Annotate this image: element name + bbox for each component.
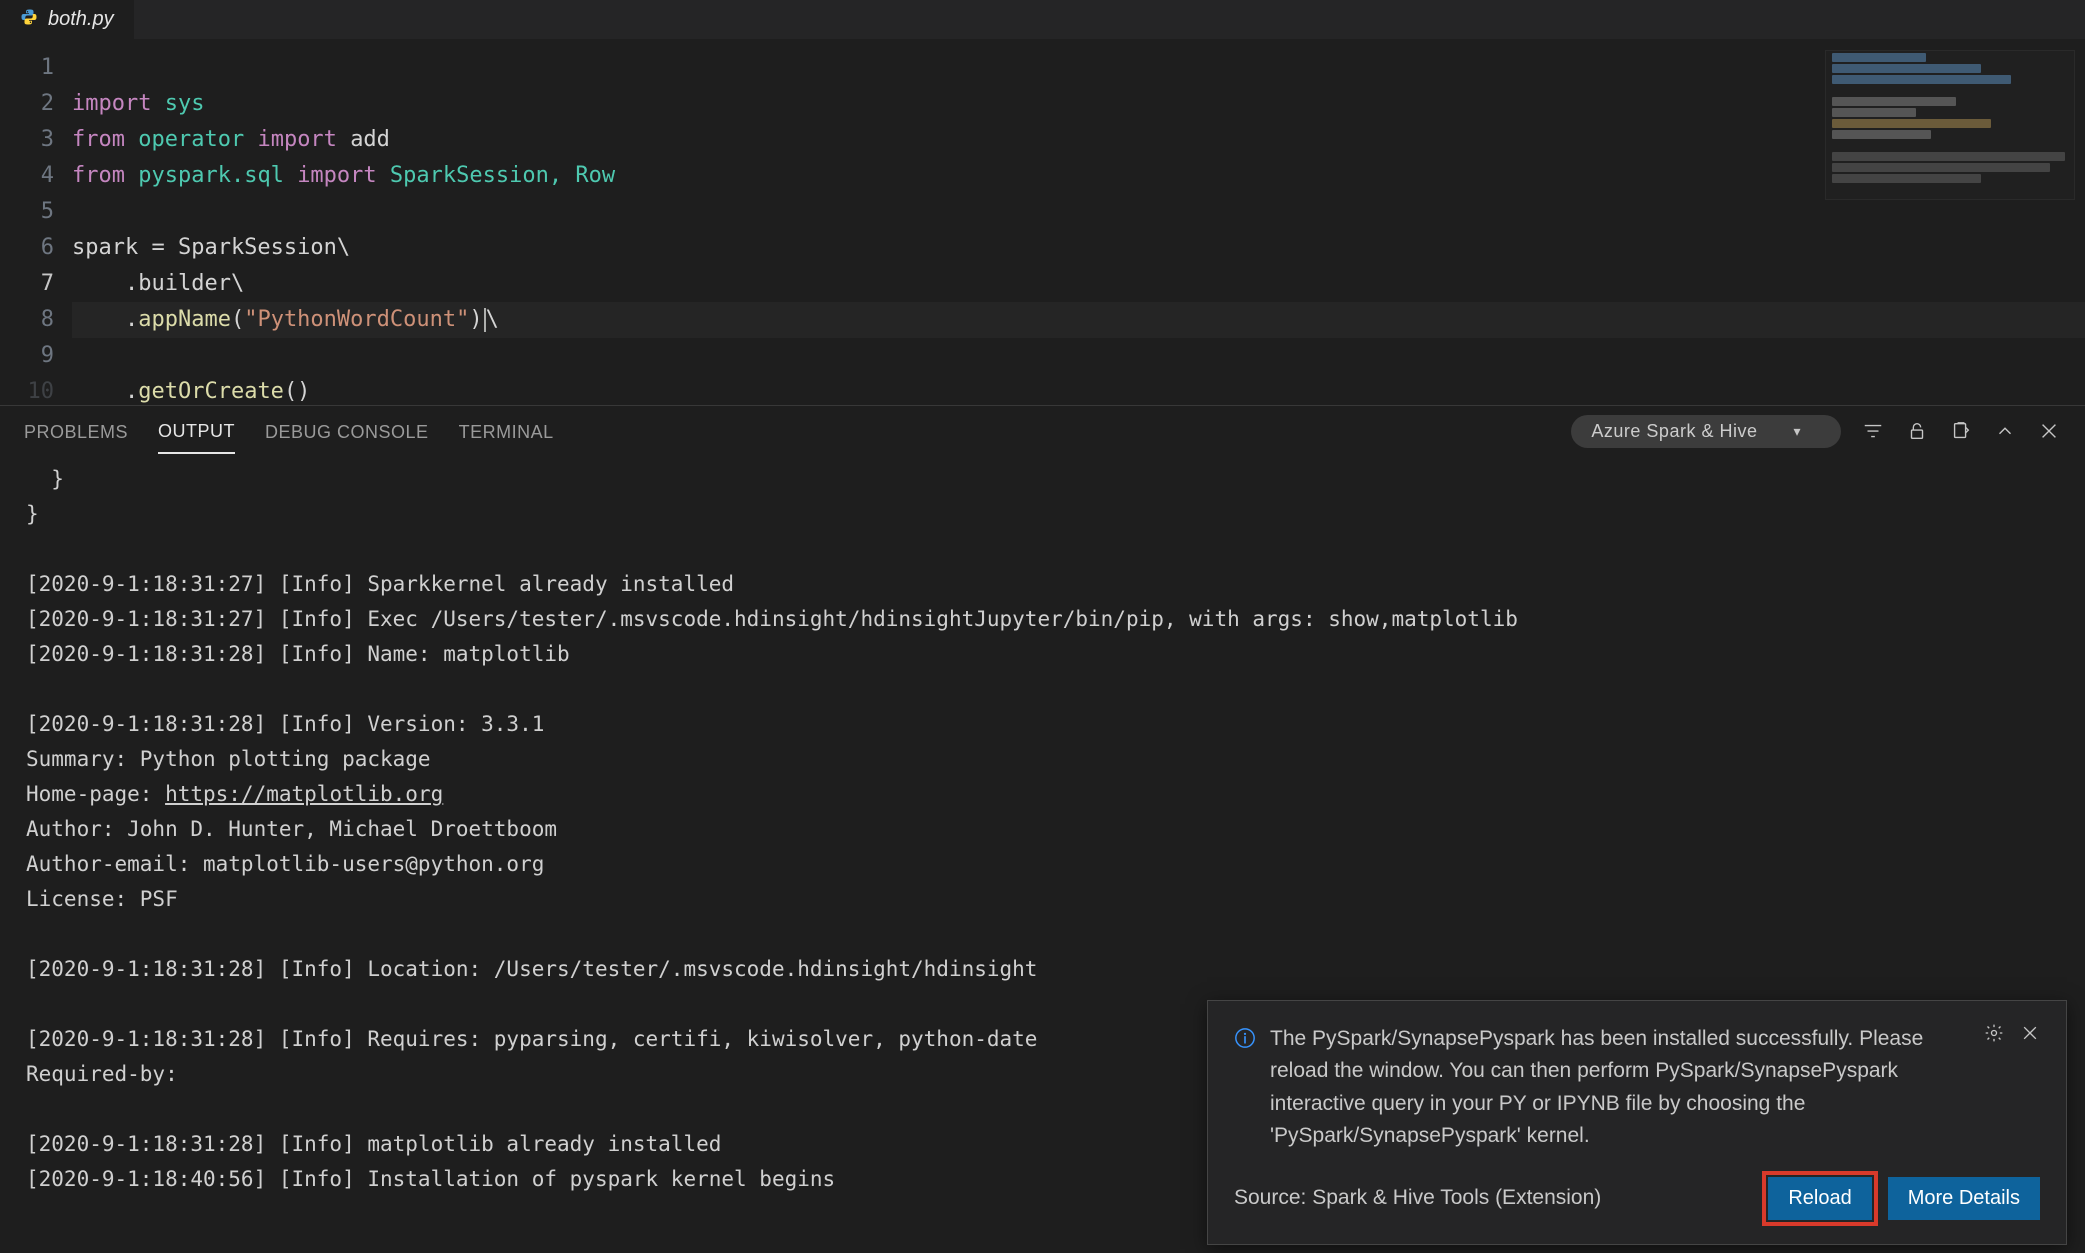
editor-tab-bar: both.py	[0, 0, 2085, 40]
line-number: 7	[0, 266, 54, 302]
line-number: 3	[0, 122, 54, 158]
output-line: Summary: Python plotting package	[26, 742, 2059, 777]
close-icon[interactable]	[2037, 419, 2061, 443]
line-number: 8	[0, 302, 54, 338]
close-icon[interactable]	[2020, 1023, 2040, 1043]
output-line: License: PSF	[26, 882, 2059, 917]
output-line	[26, 672, 2059, 707]
output-link[interactable]: https://matplotlib.org	[165, 782, 443, 806]
more-details-button[interactable]: More Details	[1888, 1177, 2040, 1220]
notification-source: Source: Spark & Hive Tools (Extension)	[1234, 1182, 1601, 1215]
output-channel-label: Azure Spark & Hive	[1591, 421, 1757, 442]
tab-output[interactable]: OUTPUT	[158, 409, 235, 454]
tab-problems[interactable]: PROBLEMS	[24, 410, 128, 453]
minimap[interactable]	[1825, 50, 2075, 200]
notification-message: The PySpark/SynapsePyspark has been inst…	[1270, 1023, 1970, 1153]
output-line: [2020-9-1:18:31:28] [Info] Location: /Us…	[26, 952, 2059, 987]
panel-tab-bar: PROBLEMS OUTPUT DEBUG CONSOLE TERMINAL A…	[0, 406, 2085, 456]
output-line: [2020-9-1:18:31:27] [Info] Exec /Users/t…	[26, 602, 2059, 637]
output-line: Author: John D. Hunter, Michael Droettbo…	[26, 812, 2059, 847]
line-number: 2	[0, 86, 54, 122]
line-number: 4	[0, 158, 54, 194]
info-icon	[1234, 1027, 1256, 1049]
line-number: 9	[0, 338, 54, 374]
output-line	[26, 532, 2059, 567]
notification-toast: The PySpark/SynapsePyspark has been inst…	[1207, 1000, 2067, 1245]
line-number: 1	[0, 50, 54, 86]
output-line: [2020-9-1:18:31:28] [Info] Version: 3.3.…	[26, 707, 2059, 742]
tab-terminal[interactable]: TERMINAL	[459, 410, 554, 453]
clear-icon[interactable]	[1949, 419, 1973, 443]
output-line	[26, 917, 2059, 952]
output-line: Home-page: https://matplotlib.org	[26, 777, 2059, 812]
line-number: 10	[0, 374, 54, 410]
line-number: 6	[0, 230, 54, 266]
editor-tab[interactable]: both.py	[0, 0, 135, 39]
reload-button[interactable]: Reload	[1768, 1177, 1871, 1220]
chevron-down-icon: ▾	[1793, 423, 1801, 440]
filter-icon[interactable]	[1861, 419, 1885, 443]
output-line: }	[26, 462, 2059, 497]
output-line: [2020-9-1:18:31:27] [Info] Sparkkernel a…	[26, 567, 2059, 602]
line-number: 5	[0, 194, 54, 230]
python-icon	[20, 8, 38, 31]
lock-icon[interactable]	[1905, 419, 1929, 443]
panel-actions: Azure Spark & Hive ▾	[1571, 415, 2061, 448]
code-area[interactable]: import sys from operator import add from…	[72, 40, 2085, 405]
chevron-up-icon[interactable]	[1993, 419, 2017, 443]
tab-debug-console[interactable]: DEBUG CONSOLE	[265, 410, 429, 453]
output-channel-select[interactable]: Azure Spark & Hive ▾	[1571, 415, 1841, 448]
output-line: Author-email: matplotlib-users@python.or…	[26, 847, 2059, 882]
line-number-gutter: 1 2 3 4 5 6 7 8 9 10	[0, 40, 72, 405]
gear-icon[interactable]	[1984, 1023, 2004, 1043]
code-editor[interactable]: 1 2 3 4 5 6 7 8 9 10 import sys from ope…	[0, 40, 2085, 405]
output-line: }	[26, 497, 2059, 532]
output-line: [2020-9-1:18:31:28] [Info] Name: matplot…	[26, 637, 2059, 672]
editor-tab-label: both.py	[48, 8, 114, 31]
